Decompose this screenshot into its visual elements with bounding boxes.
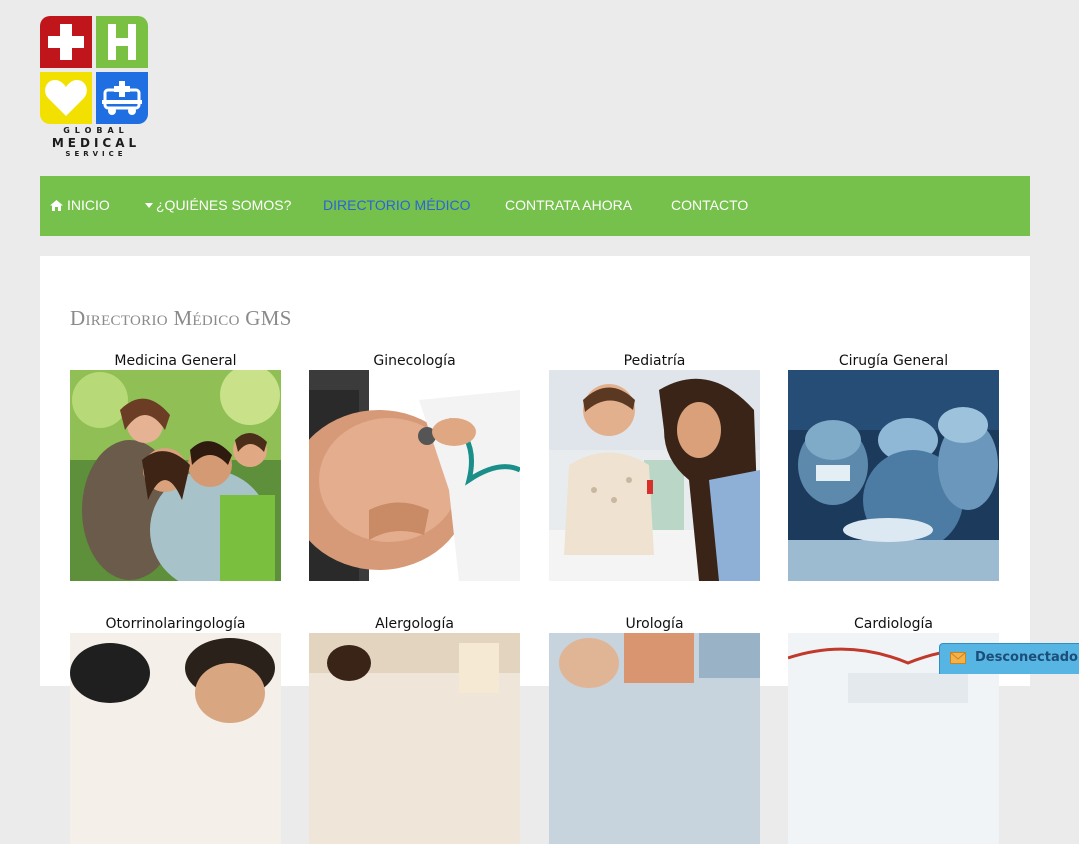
plus-icon: [48, 24, 84, 60]
ent-photo[interactable]: [70, 633, 281, 844]
logo-line-2: MEDICAL: [51, 136, 141, 150]
card-title: Ginecología: [373, 353, 456, 369]
page-title: Directorio Médico GMS: [70, 306, 292, 330]
family-photo[interactable]: [70, 370, 281, 581]
nav-inicio-label: INICIO: [67, 197, 110, 213]
content-panel: Directorio Médico GMS Medicina General G…: [40, 256, 1030, 844]
nav-contrata-ahora[interactable]: CONTRATA AHORA: [505, 176, 632, 236]
card-otorrinolaringologia[interactable]: Otorrinolaringología: [70, 615, 281, 844]
nav-directorio-medico[interactable]: DIRECTORIO MÉDICO: [323, 176, 471, 236]
card-cirugia-general[interactable]: Cirugía General: [788, 352, 999, 581]
card-pediatria[interactable]: Pediatría: [549, 352, 760, 581]
home-icon: [50, 177, 63, 235]
card-ginecologia[interactable]: Ginecología: [309, 352, 520, 581]
card-urologia[interactable]: Urología: [549, 615, 760, 844]
nav-directorio-medico-label: DIRECTORIO MÉDICO: [323, 197, 471, 213]
card-title: Urología: [625, 616, 684, 632]
card-title: Otorrinolaringología: [105, 616, 246, 632]
heart-icon: [45, 80, 87, 116]
letter-h-icon: [108, 24, 136, 60]
card-title: Cirugía General: [838, 353, 949, 369]
nav-contrata-ahora-label: CONTRATA AHORA: [505, 197, 633, 213]
logo-cross-tile: [40, 16, 92, 68]
caret-down-icon: [145, 177, 153, 235]
ambulance-icon: [102, 81, 142, 115]
card-title: Pediatría: [623, 353, 686, 369]
logo-heart-tile: [40, 72, 92, 124]
card-title: Alergología: [375, 616, 454, 632]
nav-quienes-somos[interactable]: ¿QUIÉNES SOMOS?: [145, 176, 291, 236]
surgeons-photo[interactable]: [788, 370, 999, 581]
card-title: Cardiología: [853, 616, 934, 632]
card-title: Medicina General: [114, 353, 237, 369]
pregnant-stethoscope-photo[interactable]: [309, 370, 520, 581]
card-medicina-general[interactable]: Medicina General: [70, 352, 281, 581]
allergy-photo[interactable]: [309, 633, 520, 844]
card-alergologia[interactable]: Alergología: [309, 615, 520, 844]
urology-photo[interactable]: [549, 633, 760, 844]
envelope-icon: [950, 652, 966, 664]
logo-line-3: SERVICE: [65, 150, 127, 158]
chat-status-tab[interactable]: Desconectado -: [939, 643, 1079, 674]
nav-contacto[interactable]: CONTACTO: [671, 176, 748, 236]
nav-inicio[interactable]: INICIO: [50, 176, 110, 236]
logo-h-tile: [96, 16, 148, 68]
main-navbar: INICIO ¿QUIÉNES SOMOS? DIRECTORIO MÉDICO…: [40, 176, 1030, 236]
nav-quienes-somos-label: ¿QUIÉNES SOMOS?: [156, 197, 292, 213]
logo-line-1: GLOBAL: [63, 126, 129, 135]
chat-status-label: Desconectado -: [975, 650, 1079, 665]
logo-text: GLOBAL MEDICAL SERVICE: [40, 126, 152, 159]
site-logo[interactable]: GLOBAL MEDICAL SERVICE: [40, 16, 152, 164]
nav-contacto-label: CONTACTO: [671, 197, 749, 213]
logo-ambulance-tile: [96, 72, 148, 124]
child-doctor-photo[interactable]: [549, 370, 760, 581]
